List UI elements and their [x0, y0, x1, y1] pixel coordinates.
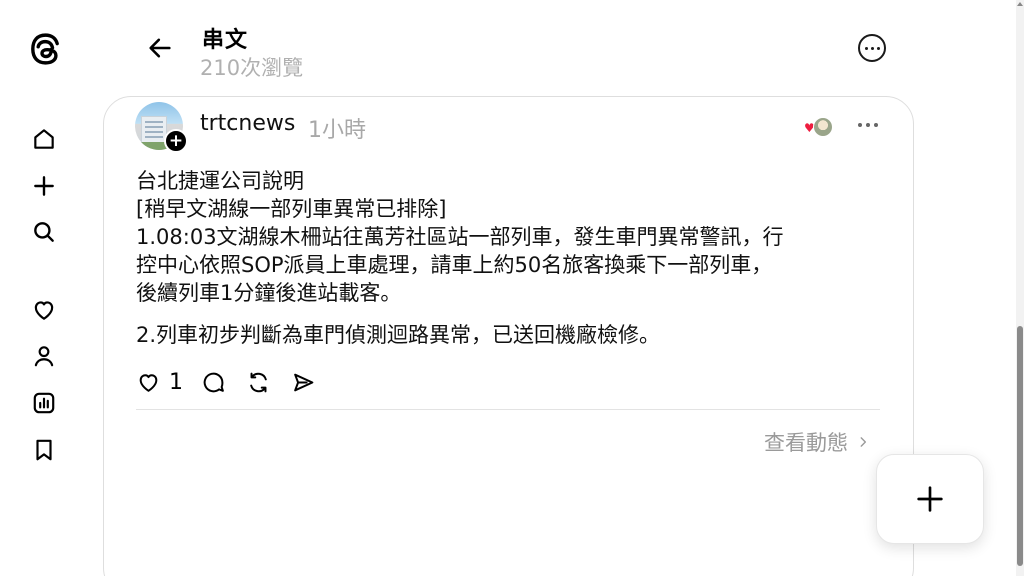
search-icon [34, 222, 54, 242]
like-button[interactable]: 1 [136, 370, 195, 395]
insights-icon [33, 392, 55, 414]
page-title: 串文 [202, 28, 249, 53]
post-timestamp: 1小時 [308, 118, 366, 143]
scrollbar-thumb[interactable] [1017, 326, 1023, 566]
post-line: [稍早文湖線一部列車異常已排除] [136, 197, 447, 221]
plus-icon [34, 176, 54, 196]
threads-logo-icon[interactable] [26, 30, 64, 68]
activity-button[interactable] [24, 290, 64, 330]
share-button[interactable] [291, 370, 316, 395]
reactor-avatars[interactable]: ♥ [804, 117, 838, 139]
left-sidebar [0, 0, 88, 576]
post-line: 控中心依照SOP派員上車處理，請車上約50名旅客換乘下一部列車， [136, 253, 773, 277]
reply-button[interactable] [201, 370, 226, 395]
create-button[interactable] [24, 166, 64, 206]
dot-icon [874, 123, 878, 127]
more-options-button[interactable] [858, 34, 886, 62]
post-line: 後續列車1分鐘後進站載客。 [136, 281, 402, 305]
post-more-button[interactable] [856, 115, 880, 135]
post-actions: 1 [136, 367, 336, 397]
saved-button[interactable] [24, 430, 64, 470]
dot-icon [866, 123, 870, 127]
thread-header: 串文 210次瀏覽 [104, 0, 914, 96]
send-icon [294, 373, 314, 391]
post-text: 台北捷運公司說明 [稍早文湖線一部列車異常已排除] 1.08:03文湖線木柵站往… [136, 167, 896, 349]
home-icon [34, 129, 54, 149]
post-line: 1.08:03文湖線木柵站往萬芳社區站一部列車，發生車門異常警訊，行 [136, 225, 784, 249]
chevron-right-icon [860, 437, 867, 447]
repost-icon [250, 372, 267, 392]
scrollbar-track[interactable] [1016, 0, 1024, 576]
dot-icon [864, 46, 868, 50]
view-count: 210次瀏覽 [200, 56, 304, 80]
post-line: 台北捷運公司說明 [136, 169, 304, 193]
scroll-up-arrow-icon[interactable] [1017, 2, 1023, 6]
repost-button[interactable] [246, 370, 271, 395]
plus-icon [917, 486, 943, 512]
home-button[interactable] [24, 119, 64, 159]
bookmark-icon [36, 439, 52, 461]
reactor-avatar [813, 117, 833, 137]
dot-icon [876, 46, 880, 50]
author-username[interactable]: trtcnews [200, 111, 295, 136]
divider [136, 409, 880, 410]
heart-icon [139, 373, 158, 392]
new-thread-button[interactable] [876, 454, 984, 544]
search-button[interactable] [24, 212, 64, 252]
dot-icon [858, 123, 862, 127]
view-activity-link[interactable]: 查看動態 [764, 427, 870, 457]
dot-icon [870, 46, 874, 50]
heart-icon [34, 301, 54, 320]
back-button[interactable] [140, 30, 180, 66]
like-count: 1 [169, 369, 183, 395]
profile-button[interactable] [24, 336, 64, 376]
insights-button[interactable] [24, 383, 64, 423]
post-card: + trtcnews 1小時 ♥ 台北捷運公司說明 [稍早文湖線一部列車異常已排… [103, 96, 914, 576]
profile-icon [34, 346, 54, 367]
comment-icon [203, 372, 224, 392]
view-activity-label: 查看動態 [764, 431, 848, 455]
follow-button[interactable]: + [164, 129, 188, 153]
arrow-left-icon [149, 38, 171, 58]
post-line: 2.列車初步判斷為車門偵測迴路異常，已送回機廠檢修。 [136, 323, 661, 347]
